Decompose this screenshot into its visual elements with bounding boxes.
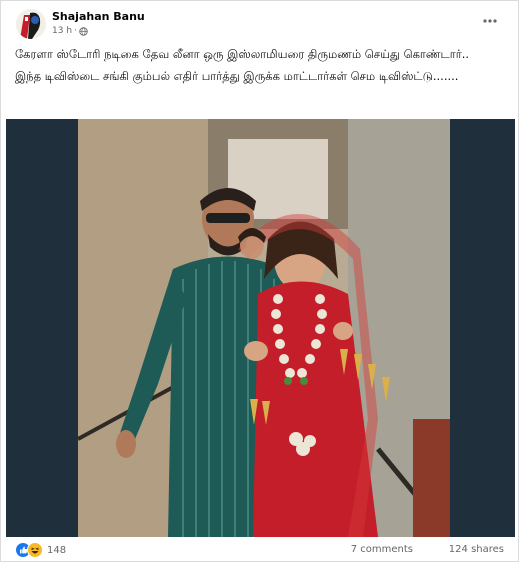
post-meta: 13 h · [52, 26, 88, 36]
post-text-line: இந்த டிவிஸ்டை சங்கி கும்பல் எதிர் பார்த்… [15, 69, 459, 83]
reactions-summary[interactable]: 148 [15, 542, 66, 558]
author-name[interactable]: Shajahan Banu [52, 10, 145, 23]
globe-icon [79, 26, 88, 36]
haha-reaction-icon [27, 542, 43, 558]
more-options-icon[interactable] [482, 13, 498, 29]
post-footer: 148 7 comments 124 shares [1, 539, 518, 563]
reaction-count: 148 [47, 544, 67, 556]
post-media[interactable] [6, 119, 515, 537]
shares-link[interactable]: 124 shares [449, 544, 504, 555]
post-header: Shajahan Banu 13 h · [1, 1, 518, 41]
post-text-line: கேரளா ஸ்டோரி நடிகை தேவ லீனா ஒரு இஸ்லாமிய… [15, 47, 470, 61]
author-avatar[interactable] [16, 9, 46, 39]
post-text: கேரளா ஸ்டோரி நடிகை தேவ லீனா ஒரு இஸ்லாமிய… [15, 45, 495, 89]
wedding-photo [78, 119, 450, 537]
comments-link[interactable]: 7 comments [351, 544, 413, 555]
post-card: Shajahan Banu 13 h · கேரளா ஸ்டோரி நடிகை … [0, 0, 519, 562]
avatar-image [16, 9, 46, 39]
post-time[interactable]: 13 h [52, 26, 72, 36]
